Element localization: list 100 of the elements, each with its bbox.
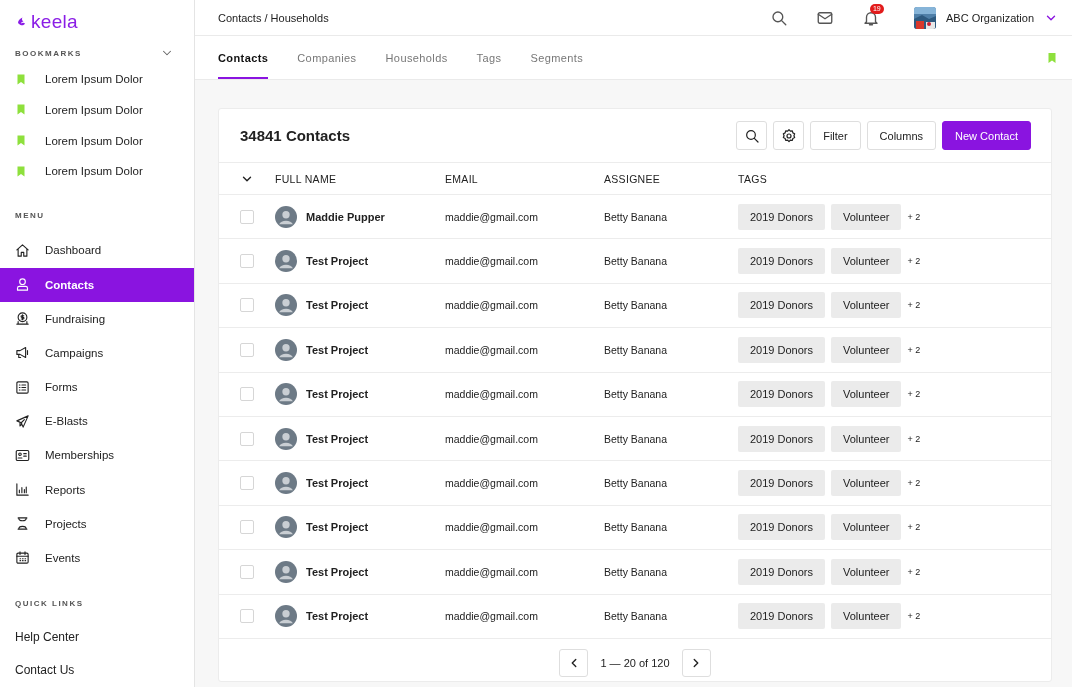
avatar-icon [275, 516, 297, 539]
more-tags-count[interactable]: + 2 [907, 211, 921, 222]
tag-chip[interactable]: 2019 Donors [738, 381, 825, 408]
tag-chip[interactable]: 2019 Donors [738, 248, 825, 275]
menu-item[interactable]: Campaigns [0, 335, 194, 370]
organization-name[interactable]: ABC Organization [945, 11, 1034, 24]
table-cell-text: Betty Banana [604, 521, 669, 534]
tag-chip[interactable]: Volunteer [831, 248, 902, 275]
table-cell-text: Betty Banana [604, 565, 669, 578]
tag-chip[interactable]: Volunteer [831, 292, 902, 319]
more-tags-count[interactable]: + 2 [907, 611, 921, 622]
tag-chip[interactable]: Volunteer [831, 558, 902, 585]
more-tags-count[interactable]: + 2 [907, 256, 921, 267]
contact-name[interactable]: Test Project [306, 432, 369, 445]
tag-chip[interactable]: Volunteer [831, 514, 902, 541]
more-tags-count[interactable]: + 2 [907, 389, 921, 400]
bookmark-item[interactable]: Lorem Ipsum Dolor [0, 155, 194, 187]
more-tags-count[interactable]: + 2 [907, 522, 921, 533]
contact-name[interactable]: Test Project [306, 565, 369, 578]
checkbox[interactable] [240, 209, 254, 224]
menu-item[interactable]: Forms [0, 370, 194, 405]
tag-chip[interactable]: 2019 Donors [738, 603, 825, 630]
more-tags-count[interactable]: + 2 [907, 300, 921, 311]
checkbox[interactable] [240, 254, 254, 269]
bookmark-item[interactable]: Lorem Ipsum Dolor [0, 94, 194, 126]
menu-item[interactable]: Contacts [0, 267, 194, 302]
menu-item[interactable]: Events [0, 540, 194, 576]
menu-item[interactable]: Reports [0, 472, 194, 507]
contact-name[interactable]: Test Project [306, 343, 369, 356]
tag-chip[interactable]: 2019 Donors [738, 336, 825, 363]
contact-name[interactable]: Test Project [306, 299, 369, 312]
tag-chip[interactable]: 2019 Donors [738, 292, 825, 319]
tab[interactable]: Companies [297, 36, 357, 79]
bookmark-icon [15, 102, 27, 118]
checkbox[interactable] [240, 298, 254, 313]
bookmark-icon [15, 133, 27, 149]
bookmark-item[interactable]: Lorem Ipsum Dolor [0, 125, 194, 156]
table-cell-text: maddie@gmail.com [445, 210, 539, 223]
menu-item[interactable]: Projects [0, 506, 194, 541]
avatar-icon [275, 205, 297, 228]
contact-name[interactable]: Test Project [306, 521, 369, 534]
checkbox[interactable] [240, 564, 254, 579]
table-cell-text: maddie@gmail.com [445, 255, 539, 268]
quick-link[interactable]: Help Center [0, 619, 194, 654]
tag-chip[interactable]: Volunteer [831, 603, 902, 630]
menu-item[interactable]: E-Blasts [0, 404, 194, 439]
checkbox[interactable] [240, 387, 254, 402]
checkbox[interactable] [240, 342, 254, 357]
column-header[interactable]: EMAIL [445, 172, 604, 185]
avatar-icon [275, 338, 297, 361]
contact-name[interactable]: Maddie Pupper [306, 210, 385, 223]
column-header[interactable]: TAGS [738, 172, 1051, 185]
more-tags-count[interactable]: + 2 [907, 344, 921, 355]
toolbar-button[interactable]: Filter [810, 121, 861, 150]
tab[interactable]: Segments [530, 36, 584, 79]
bookmark-item[interactable]: Lorem Ipsum Dolor [0, 64, 194, 95]
column-header[interactable]: FULL NAME [275, 172, 445, 185]
tag-chip[interactable]: Volunteer [831, 203, 902, 230]
table-title: 34841 Contacts [240, 127, 351, 144]
menu-item[interactable]: Memberships [0, 438, 194, 473]
contact-name[interactable]: Test Project [306, 388, 369, 401]
more-tags-count[interactable]: + 2 [907, 433, 921, 444]
tag-chip[interactable]: Volunteer [831, 425, 902, 452]
next-page-button[interactable] [681, 648, 711, 677]
quick-link[interactable]: Contact Us [0, 653, 194, 687]
tag-chip[interactable]: Volunteer [831, 381, 902, 408]
new-contact-button[interactable]: New Contact [942, 121, 1031, 150]
previous-page-button[interactable] [559, 648, 589, 677]
more-tags-count[interactable]: + 2 [907, 478, 921, 489]
tag-chip[interactable]: 2019 Donors [738, 470, 825, 497]
table-cell-text: maddie@gmail.com [445, 343, 539, 356]
search-icon[interactable] [769, 8, 788, 27]
tag-chip[interactable]: 2019 Donors [738, 558, 825, 585]
more-tags-count[interactable]: + 2 [907, 566, 921, 577]
checkbox[interactable] [240, 476, 254, 491]
tag-chip[interactable]: 2019 Donors [738, 425, 825, 452]
contact-name[interactable]: Test Project [306, 255, 369, 268]
contact-name[interactable]: Test Project [306, 477, 369, 490]
checkbox[interactable] [240, 520, 254, 535]
tag-chip[interactable]: Volunteer [831, 336, 902, 363]
checkbox[interactable] [240, 609, 254, 624]
section-title: BOOKMARKS [15, 48, 82, 58]
section-title: QUICK LINKS [15, 599, 84, 609]
menu-item[interactable]: Fundraising [0, 301, 194, 336]
settings-button[interactable] [773, 121, 805, 150]
contact-name[interactable]: Test Project [306, 610, 369, 623]
hourglass-icon [15, 516, 30, 532]
breadcrumb[interactable]: Contacts / Households [218, 11, 329, 24]
search-button[interactable] [736, 121, 768, 150]
id-card-icon [15, 447, 30, 463]
checkbox[interactable] [240, 431, 254, 446]
tag-chip[interactable]: 2019 Donors [738, 514, 825, 541]
menu-item[interactable]: Dashboard [0, 233, 194, 268]
tag-chip[interactable]: Volunteer [831, 470, 902, 497]
tab[interactable]: Tags [476, 36, 502, 79]
tab[interactable]: Households [385, 36, 448, 79]
column-header[interactable]: ASSIGNEE [604, 172, 738, 185]
tag-chip[interactable]: 2019 Donors [738, 203, 825, 230]
tab[interactable]: Contacts [218, 36, 269, 79]
toolbar-button[interactable]: Columns [866, 121, 936, 150]
